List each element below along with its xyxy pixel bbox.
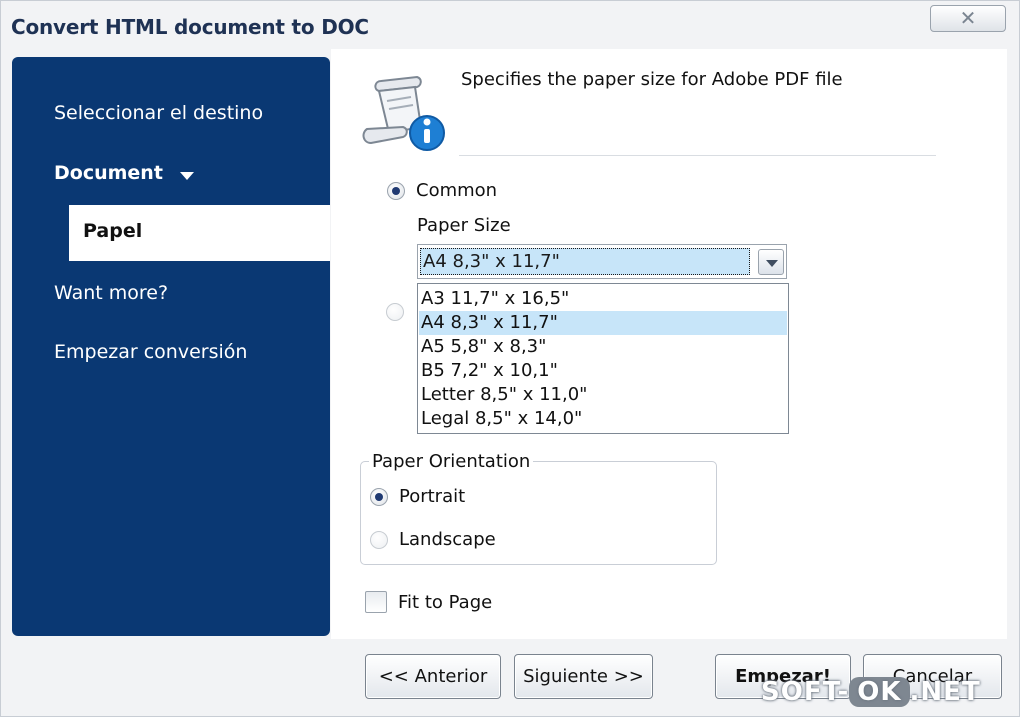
dropdown-option-legal[interactable]: Legal 8,5" x 14,0" — [419, 407, 787, 431]
scroll-info-icon — [362, 75, 445, 151]
fit-to-page-label: Fit to Page — [398, 592, 493, 613]
dropdown-option-a3[interactable]: A3 11,7" x 16,5" — [419, 287, 787, 311]
sidebar-item-paper-label: Papel — [83, 220, 143, 242]
sidebar-item-destination[interactable]: Seleccionar el destino — [54, 102, 263, 124]
orientation-group-title: Paper Orientation — [369, 451, 534, 472]
paper-size-select[interactable]: A4 8,3" x 11,7" — [417, 244, 787, 279]
close-icon: ✕ — [959, 6, 977, 30]
next-button[interactable]: Siguiente >> — [514, 654, 653, 699]
watermark-right: .NET — [909, 677, 981, 707]
sidebar-item-start-conversion[interactable]: Empezar conversión — [54, 341, 247, 363]
dropdown-option-b5[interactable]: B5 7,2" x 10,1" — [419, 359, 787, 383]
common-size-label: Common — [416, 180, 498, 201]
portrait-label: Portrait — [399, 486, 466, 507]
paper-size-dropdown-list: A3 11,7" x 16,5" A4 8,3" x 11,7" A5 5,8"… — [417, 283, 789, 434]
window-title: Convert HTML document to DOC — [11, 15, 369, 39]
sidebar-item-want-more[interactable]: Want more? — [54, 282, 168, 304]
watermark-left: SOFT- — [761, 677, 850, 707]
dropdown-option-a5[interactable]: A5 5,8" x 8,3" — [419, 335, 787, 359]
dropdown-option-letter[interactable]: Letter 8,5" x 11,0" — [419, 383, 787, 407]
portrait-radio[interactable] — [370, 488, 388, 506]
dropdown-option-a4[interactable]: A4 8,3" x 11,7" — [419, 311, 787, 335]
dropdown-arrow-button[interactable] — [758, 249, 784, 275]
wizard-sidebar: Seleccionar el destino Document Papel Wa… — [12, 57, 330, 636]
watermark-ok: OK — [849, 677, 910, 707]
sidebar-item-paper[interactable]: Papel — [69, 205, 330, 261]
fit-to-page-checkbox[interactable] — [365, 591, 387, 613]
common-size-radio[interactable] — [387, 182, 405, 200]
paper-size-label: Paper Size — [417, 215, 511, 236]
header-divider — [459, 155, 936, 156]
paper-size-value: A4 8,3" x 11,7" — [420, 248, 750, 275]
page-description: Specifies the paper size for Adobe PDF f… — [461, 69, 843, 90]
chevron-down-icon — [180, 172, 194, 180]
back-button[interactable]: << Anterior — [365, 654, 501, 699]
watermark-logo: SOFT- OK .NET — [761, 677, 981, 707]
landscape-radio[interactable] — [370, 531, 388, 549]
custom-size-radio[interactable] — [386, 303, 404, 321]
close-button[interactable]: ✕ — [930, 5, 1006, 32]
sidebar-item-document[interactable]: Document — [54, 162, 163, 184]
landscape-label: Landscape — [399, 529, 496, 550]
dialog-window: Convert HTML document to DOC ✕ Seleccion… — [0, 0, 1020, 717]
title-bar: Convert HTML document to DOC ✕ — [1, 1, 1020, 53]
